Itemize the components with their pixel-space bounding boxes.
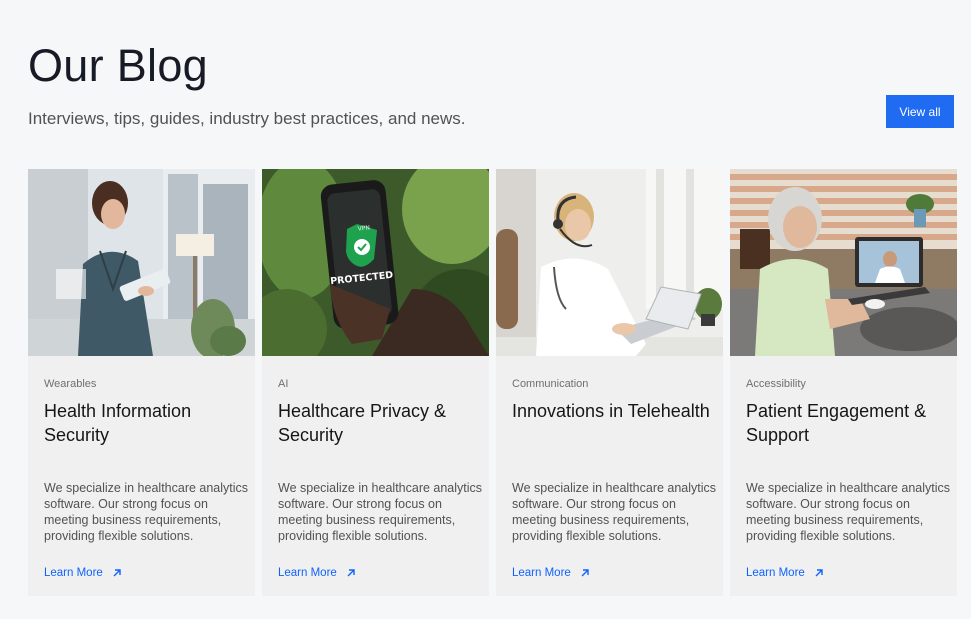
learn-more-link[interactable]: Learn More: [44, 567, 122, 579]
card-image[interactable]: VPN PROTECTED: [262, 169, 489, 356]
card-image[interactable]: [496, 169, 723, 356]
learn-more-label: Learn More: [512, 567, 571, 579]
blog-card[interactable]: Accessibility Patient Engagement & Suppo…: [730, 169, 957, 596]
arrow-up-right-icon: [581, 569, 589, 577]
phone-vpn-protected-photo: VPN PROTECTED: [262, 169, 489, 356]
card-description: We specialize in healthcare analytics so…: [44, 481, 249, 543]
blog-card-list: Wearables Health Information Security We…: [28, 169, 957, 596]
blog-card[interactable]: Wearables Health Information Security We…: [28, 169, 255, 596]
blog-card[interactable]: Communication Innovations in Telehealth …: [496, 169, 723, 596]
view-all-button[interactable]: View all: [886, 95, 954, 128]
arrow-up-right-icon: [347, 569, 355, 577]
page-title: Our Blog: [28, 40, 208, 91]
card-category: Wearables: [44, 378, 97, 390]
card-category: Communication: [512, 378, 589, 390]
card-title[interactable]: Patient Engagement & Support: [746, 399, 946, 447]
nurse-with-tablet-photo: [28, 169, 255, 356]
learn-more-link[interactable]: Learn More: [512, 567, 590, 579]
doctor-with-headset-laptop-photo: [496, 169, 723, 356]
learn-more-link[interactable]: Learn More: [278, 567, 356, 579]
card-description: We specialize in healthcare analytics so…: [278, 481, 483, 543]
card-image[interactable]: [730, 169, 957, 356]
learn-more-label: Learn More: [44, 567, 103, 579]
learn-more-label: Learn More: [278, 567, 337, 579]
arrow-up-right-icon: [113, 569, 121, 577]
card-title[interactable]: Innovations in Telehealth: [512, 399, 712, 423]
arrow-up-right-icon: [815, 569, 823, 577]
card-description: We specialize in healthcare analytics so…: [746, 481, 951, 543]
card-category: AI: [278, 378, 289, 390]
learn-more-link[interactable]: Learn More: [746, 567, 824, 579]
card-title[interactable]: Health Information Security: [44, 399, 244, 447]
learn-more-label: Learn More: [746, 567, 805, 579]
blog-card[interactable]: VPN PROTECTED AI Healthcare Privacy & Se…: [262, 169, 489, 596]
card-title[interactable]: Healthcare Privacy & Security: [278, 399, 478, 447]
card-image[interactable]: [28, 169, 255, 356]
page-subtitle: Interviews, tips, guides, industry best …: [28, 109, 466, 128]
image-vpn-text: VPN: [357, 224, 370, 232]
card-category: Accessibility: [746, 378, 806, 390]
senior-woman-video-call-photo: [730, 169, 957, 356]
card-description: We specialize in healthcare analytics so…: [512, 481, 717, 543]
